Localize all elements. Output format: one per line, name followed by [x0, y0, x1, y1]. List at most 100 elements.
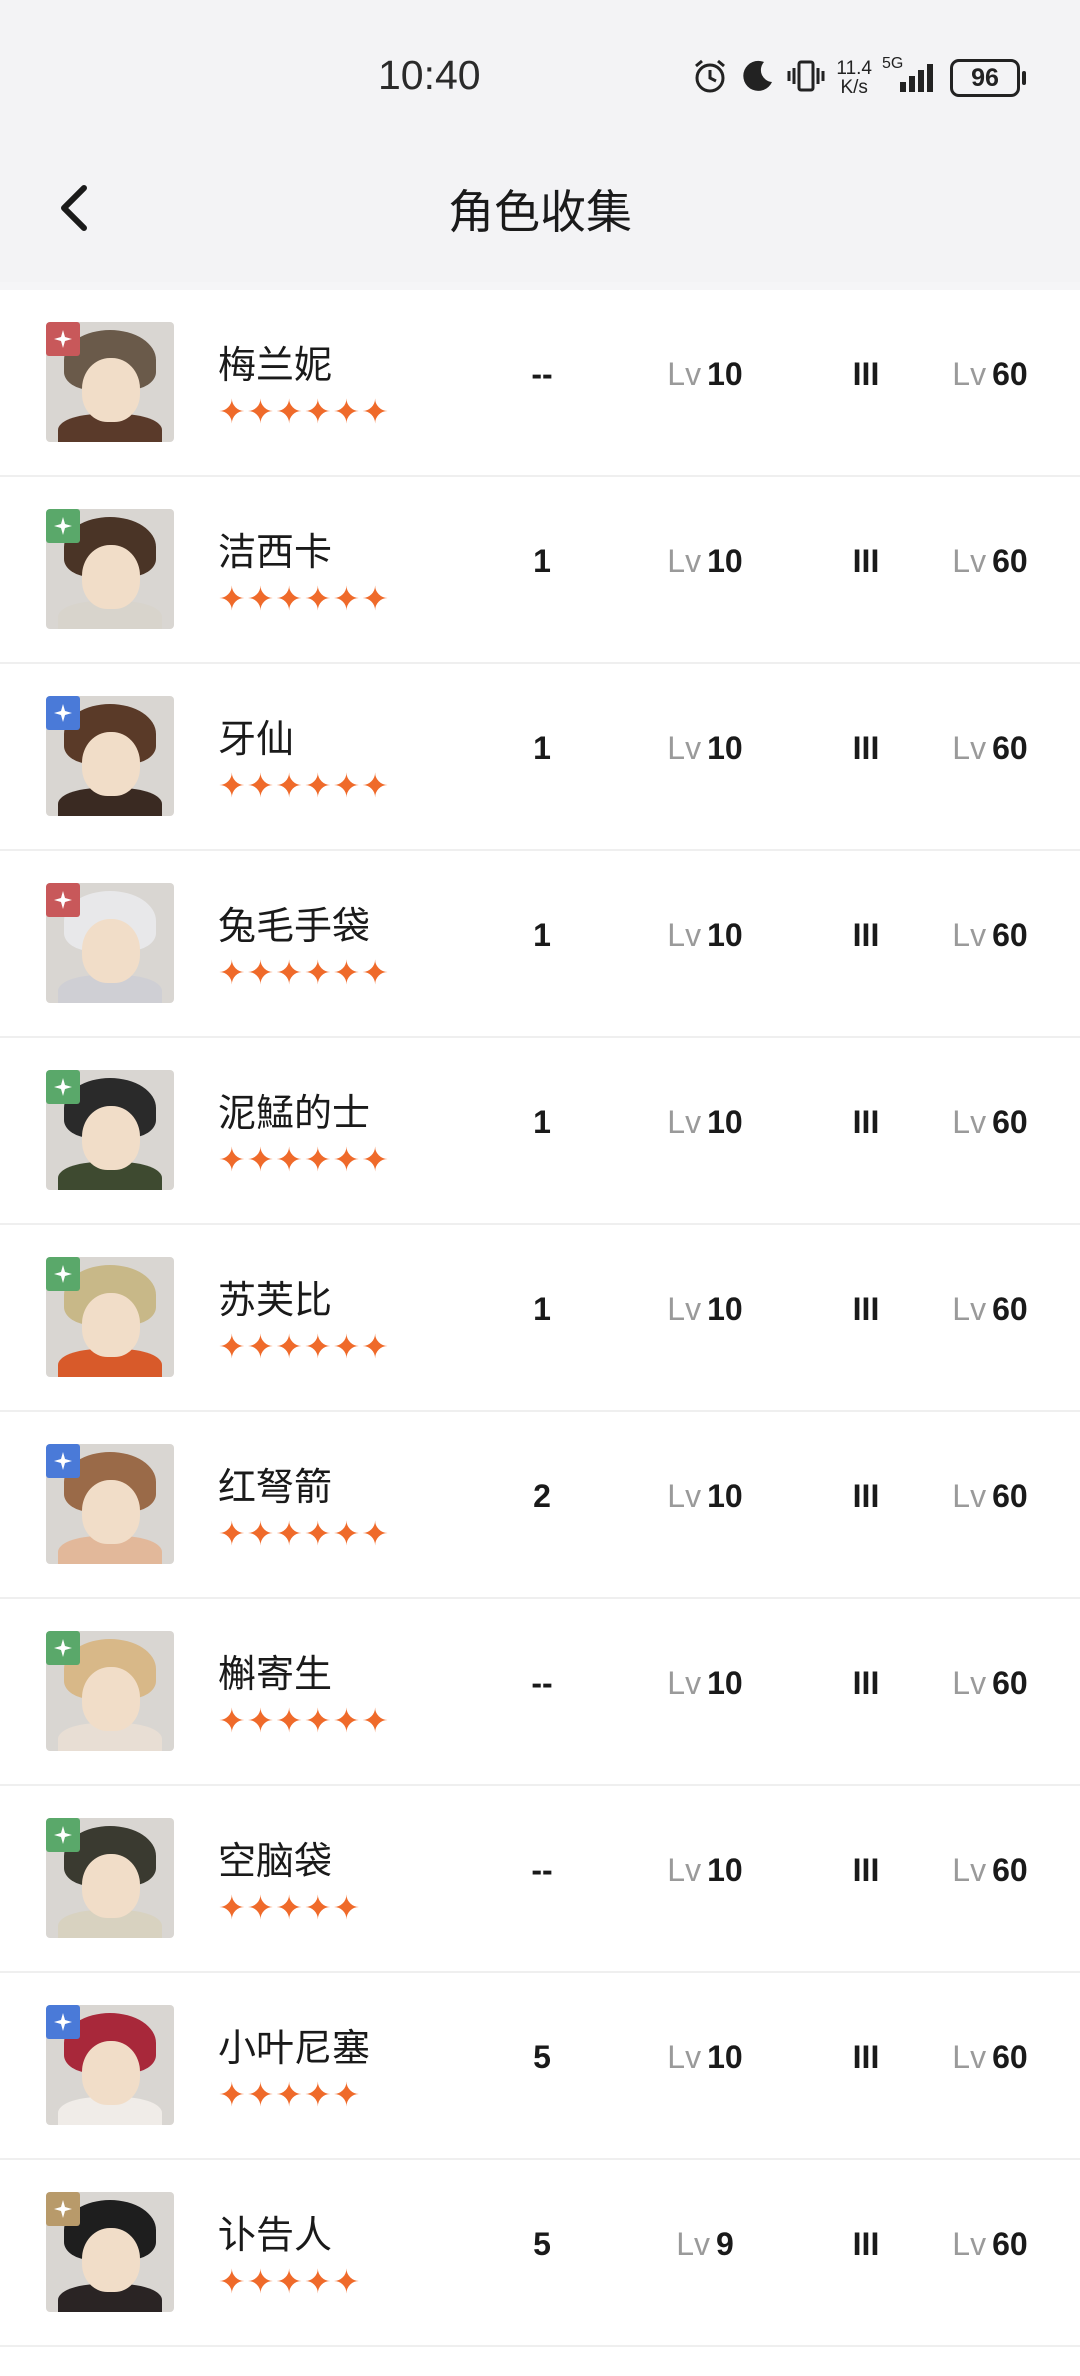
character-row[interactable]: 空脑袋 ✦✦✦✦✦ -- Lv 10 III Lv 60 [0, 1786, 1080, 1973]
level-prefix: Lv [952, 2039, 987, 2075]
character-name: 泥鯭的士 [218, 1091, 371, 1135]
list-top-divider [0, 282, 1080, 290]
network-type: 5G [882, 55, 904, 72]
character-name: 梅兰妮 [218, 343, 333, 387]
character-level: Lv 10 [667, 1104, 743, 1140]
character-list: 梅兰妮 ✦✦✦✦✦✦ -- Lv 10 III Lv 60 洁西卡 ✦✦✦✦✦✦ 1… [0, 282, 1080, 2347]
element-badge-icon [46, 1070, 80, 1104]
page-title: 角色收集 [448, 185, 632, 239]
level-prefix: Lv [667, 730, 702, 766]
portrait-count: 1 [533, 917, 551, 953]
insight-rank: III [852, 2039, 880, 2075]
status-time: 10:40 [378, 52, 481, 98]
rarity-stars: ✦✦✦✦✦✦ [218, 1701, 390, 1740]
resonance-level: Lv 60 [952, 1104, 1028, 1140]
level-prefix: Lv [952, 1291, 987, 1327]
character-row[interactable]: 兔毛手袋 ✦✦✦✦✦✦ 1 Lv 10 III Lv 60 [0, 851, 1080, 1038]
character-avatar [46, 2192, 174, 2312]
portrait-count: 1 [533, 1291, 551, 1327]
level-prefix: Lv [667, 1852, 702, 1888]
character-row[interactable]: 讣告人 ✦✦✦✦✦ 5 Lv 9 III Lv 60 [0, 2160, 1080, 2347]
character-level: Lv 10 [667, 1478, 743, 1514]
moon-icon [740, 58, 776, 98]
level-prefix: Lv [667, 356, 702, 392]
character-level: Lv 10 [667, 917, 743, 953]
portrait-count: 5 [533, 2226, 551, 2262]
element-badge-icon [46, 509, 80, 543]
rarity-stars: ✦✦✦✦✦✦ [218, 1327, 390, 1366]
character-avatar [46, 1631, 174, 1751]
level-prefix: Lv [952, 917, 987, 953]
level-prefix: Lv [952, 356, 987, 392]
character-level: Lv 9 [676, 2226, 734, 2262]
character-level: Lv 10 [667, 1852, 743, 1888]
level-prefix: Lv [667, 1291, 702, 1327]
insight-rank: III [852, 1478, 880, 1514]
level-prefix: Lv [667, 917, 702, 953]
character-avatar [46, 1818, 174, 1938]
character-row[interactable]: 牙仙 ✦✦✦✦✦✦ 1 Lv 10 III Lv 60 [0, 664, 1080, 851]
insight-rank: III [852, 543, 880, 579]
insight-rank: III [852, 1291, 880, 1327]
character-row[interactable]: 苏芙比 ✦✦✦✦✦✦ 1 Lv 10 III Lv 60 [0, 1225, 1080, 1412]
level-prefix: Lv [667, 1478, 702, 1514]
portrait-count: 5 [533, 2039, 551, 2075]
character-avatar [46, 322, 174, 442]
level-prefix: Lv [667, 1104, 702, 1140]
character-row[interactable]: 洁西卡 ✦✦✦✦✦✦ 1 Lv 10 III Lv 60 [0, 477, 1080, 664]
element-badge-icon [46, 883, 80, 917]
rarity-stars: ✦✦✦✦✦ [218, 2075, 362, 2114]
vibrate-icon [786, 58, 826, 98]
character-row[interactable]: 槲寄生 ✦✦✦✦✦✦ -- Lv 10 III Lv 60 [0, 1599, 1080, 1786]
character-avatar [46, 509, 174, 629]
character-row[interactable]: 小叶尼塞 ✦✦✦✦✦ 5 Lv 10 III Lv 60 [0, 1973, 1080, 2160]
insight-rank: III [852, 730, 880, 766]
portrait-count: 1 [533, 1104, 551, 1140]
alarm-icon [690, 56, 730, 100]
level-prefix: Lv [952, 543, 987, 579]
portrait-count: 1 [533, 730, 551, 766]
level-prefix: Lv [952, 1665, 987, 1701]
element-badge-icon [46, 1818, 80, 1852]
insight-rank: III [852, 1852, 880, 1888]
portrait-count: 2 [533, 1478, 551, 1514]
character-row[interactable]: 梅兰妮 ✦✦✦✦✦✦ -- Lv 10 III Lv 60 [0, 290, 1080, 477]
character-level: Lv 10 [667, 543, 743, 579]
character-avatar [46, 2005, 174, 2125]
character-row[interactable]: 泥鯭的士 ✦✦✦✦✦✦ 1 Lv 10 III Lv 60 [0, 1038, 1080, 1225]
rarity-stars: ✦✦✦✦✦ [218, 2262, 362, 2301]
portrait-count: -- [531, 1665, 553, 1701]
element-badge-icon [46, 1257, 80, 1291]
battery-icon: 96 [950, 59, 1026, 97]
level-prefix: Lv [952, 1104, 987, 1140]
resonance-level: Lv 60 [952, 1852, 1028, 1888]
rarity-stars: ✦✦✦✦✦ [218, 1888, 362, 1927]
element-badge-icon [46, 1631, 80, 1665]
level-prefix: Lv [952, 1852, 987, 1888]
character-name: 槲寄生 [218, 1652, 333, 1696]
character-name: 讣告人 [218, 2213, 333, 2257]
element-badge-icon [46, 2005, 80, 2039]
resonance-level: Lv 60 [952, 917, 1028, 953]
level-prefix: Lv [952, 2226, 987, 2262]
insight-rank: III [852, 356, 880, 392]
portrait-count: -- [531, 1852, 553, 1888]
resonance-level: Lv 60 [952, 2226, 1028, 2262]
insight-rank: III [852, 2226, 880, 2262]
resonance-level: Lv 60 [952, 2039, 1028, 2075]
rarity-stars: ✦✦✦✦✦✦ [218, 1140, 390, 1179]
resonance-level: Lv 60 [952, 356, 1028, 392]
rarity-stars: ✦✦✦✦✦✦ [218, 1514, 390, 1553]
character-name: 苏芙比 [218, 1278, 333, 1322]
element-badge-icon [46, 2192, 80, 2226]
element-badge-icon [46, 1444, 80, 1478]
rarity-stars: ✦✦✦✦✦✦ [218, 579, 390, 618]
character-row[interactable]: 红弩箭 ✦✦✦✦✦✦ 2 Lv 10 III Lv 60 [0, 1412, 1080, 1599]
character-name: 红弩箭 [218, 1465, 333, 1509]
portrait-count: -- [531, 356, 553, 392]
insight-rank: III [852, 1104, 880, 1140]
rarity-stars: ✦✦✦✦✦✦ [218, 766, 390, 805]
level-prefix: Lv [676, 2226, 710, 2262]
character-avatar [46, 1257, 174, 1377]
character-avatar [46, 1070, 174, 1190]
